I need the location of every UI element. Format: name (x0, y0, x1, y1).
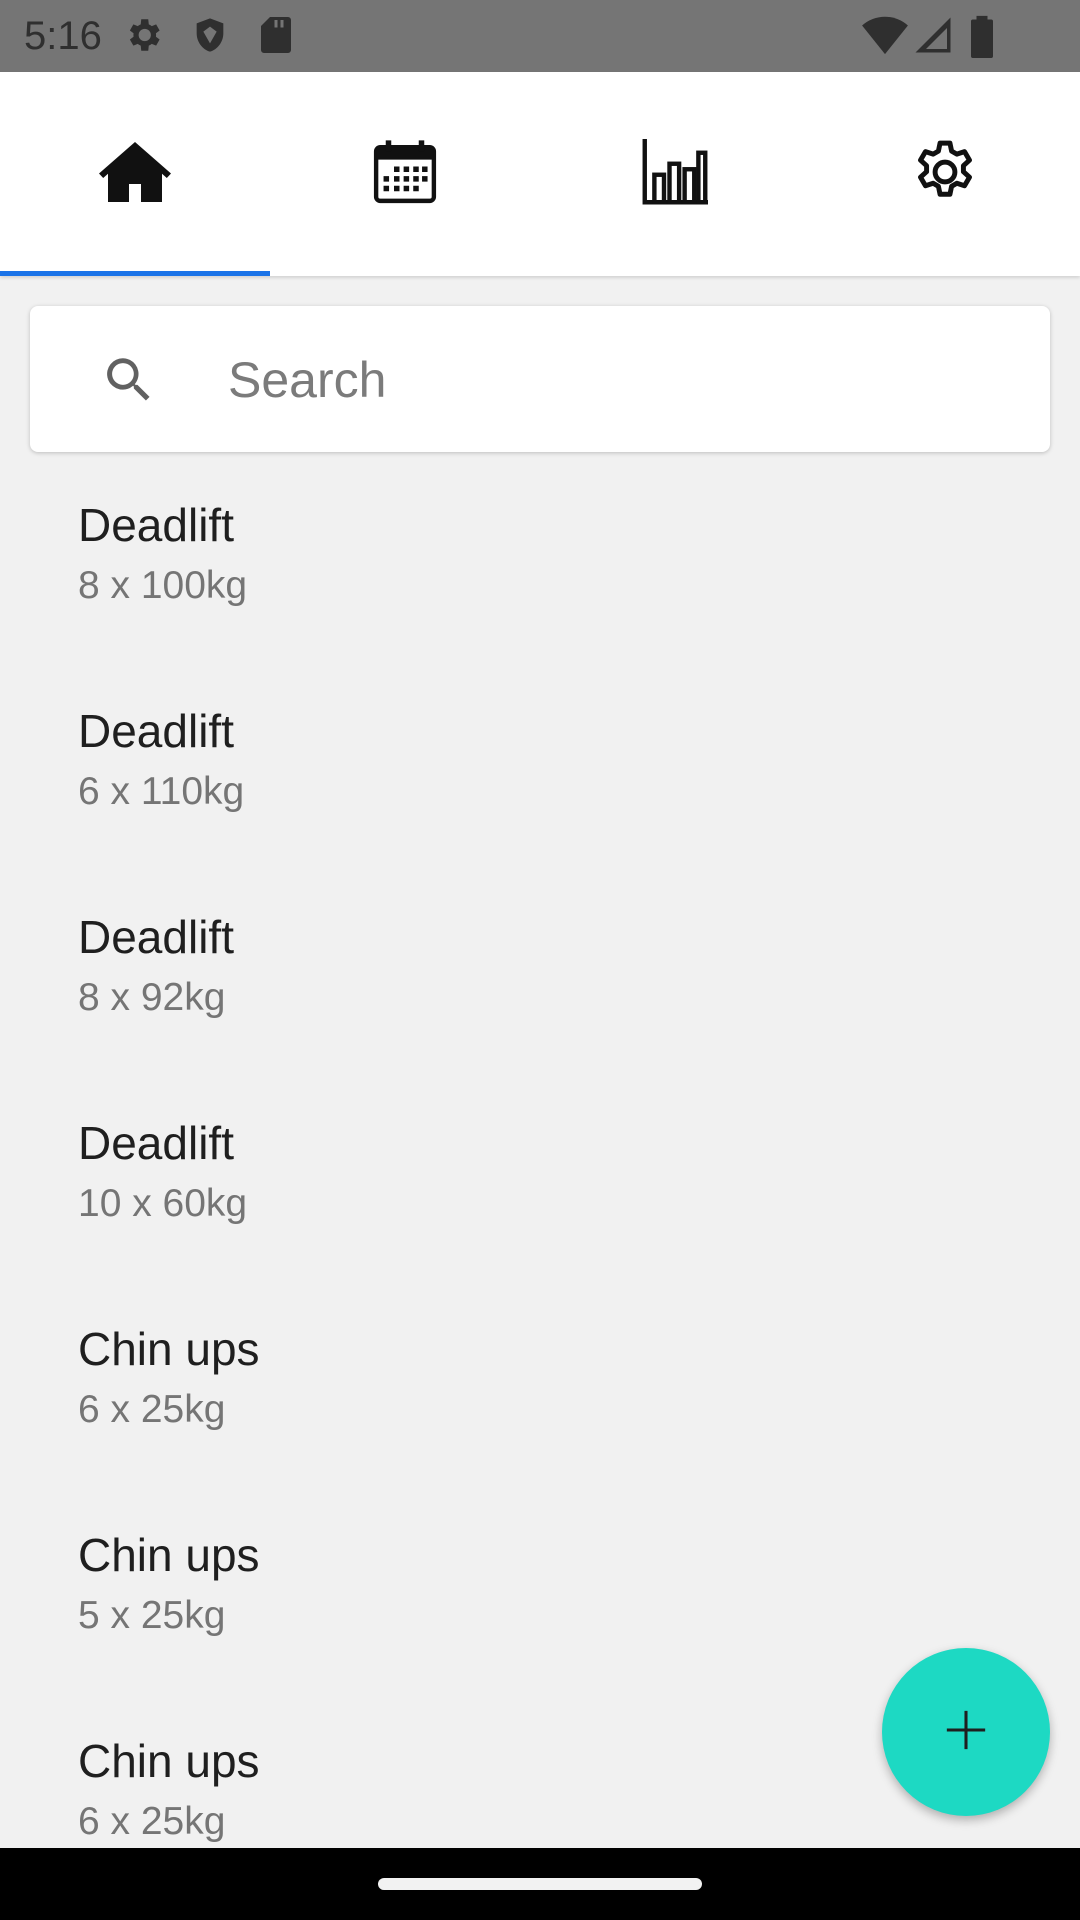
tab-home[interactable] (0, 72, 270, 276)
tab-settings[interactable] (810, 72, 1080, 276)
sd-card-icon (258, 14, 294, 61)
item-title: Deadlift (78, 705, 234, 757)
list-item[interactable]: Deadlift 8 x 100kg (0, 478, 1080, 684)
status-bar: 5:16 (0, 0, 1080, 72)
item-title: Deadlift (78, 499, 234, 551)
gear-icon (122, 14, 164, 61)
search-icon (100, 351, 158, 414)
tab-stats[interactable] (540, 72, 810, 276)
list-item[interactable]: Deadlift 6 x 110kg (0, 684, 1080, 890)
list-item[interactable]: Deadlift 10 x 60kg (0, 1096, 1080, 1302)
item-title: Deadlift (78, 1117, 234, 1169)
item-subtitle: 8 x 92kg (78, 976, 226, 1019)
system-nav-bar (0, 1848, 1080, 1920)
tab-bar (0, 72, 1080, 276)
add-entry-button[interactable] (882, 1648, 1050, 1816)
item-subtitle: 10 x 60kg (78, 1182, 248, 1225)
settings-icon (912, 139, 978, 210)
home-icon (99, 139, 171, 210)
status-time: 5:16 (24, 14, 102, 58)
search-input[interactable] (226, 336, 1010, 424)
wifi-icon (862, 14, 908, 61)
signal-icon (912, 14, 954, 61)
item-title: Chin ups (78, 1735, 260, 1787)
list-item[interactable]: Deadlift 8 x 92kg (0, 890, 1080, 1096)
battery-icon (968, 14, 996, 63)
bar-chart-icon (642, 138, 708, 211)
calendar-icon (372, 139, 438, 210)
item-title: Chin ups (78, 1529, 260, 1581)
shield-icon (190, 14, 230, 61)
item-subtitle: 6 x 25kg (78, 1388, 226, 1431)
item-subtitle: 6 x 25kg (78, 1800, 226, 1843)
item-subtitle: 5 x 25kg (78, 1594, 226, 1637)
home-gesture-handle[interactable] (378, 1878, 702, 1890)
plus-icon (943, 1707, 989, 1758)
list-item[interactable]: Chin ups 6 x 25kg (0, 1302, 1080, 1508)
item-subtitle: 6 x 110kg (78, 770, 245, 813)
item-subtitle: 8 x 100kg (78, 564, 248, 607)
item-title: Deadlift (78, 911, 234, 963)
search-bar[interactable] (30, 306, 1050, 452)
tab-calendar[interactable] (270, 72, 540, 276)
item-title: Chin ups (78, 1323, 260, 1375)
